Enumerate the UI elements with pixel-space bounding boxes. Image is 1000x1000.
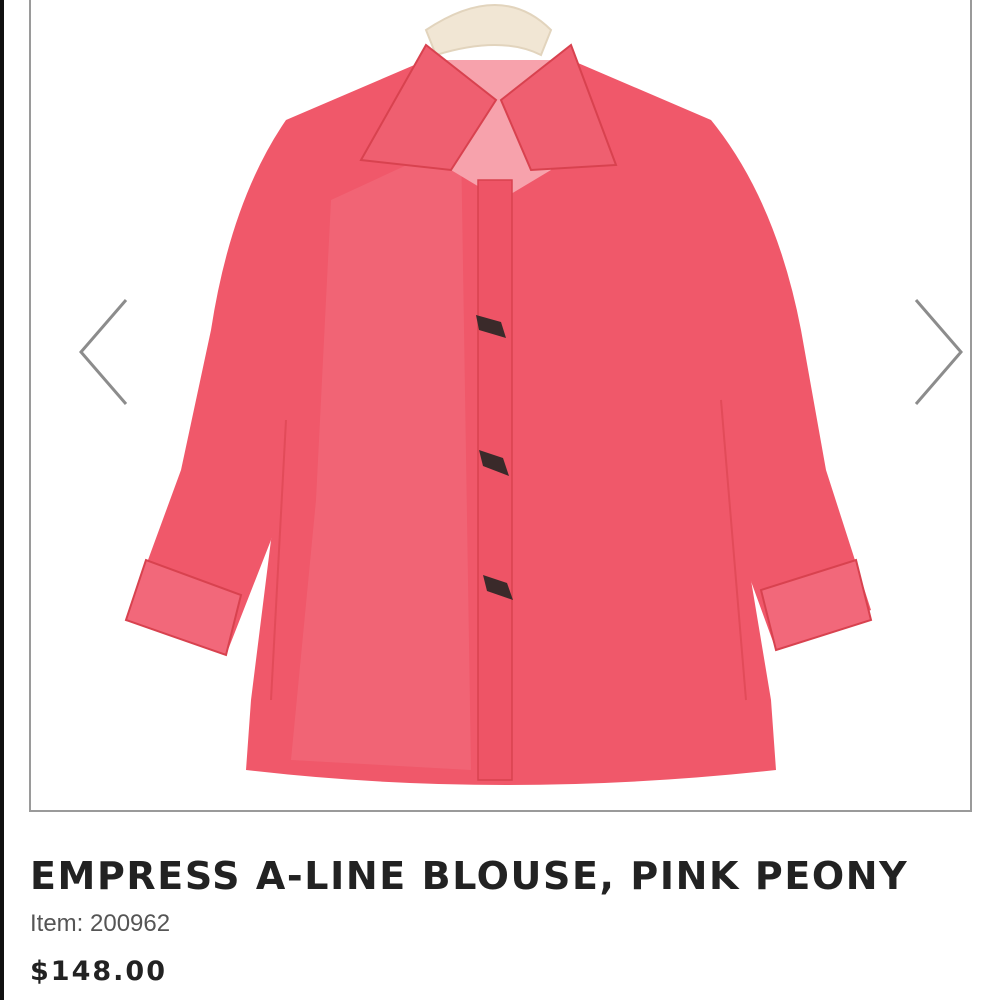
item-number: Item: 200962 [30,910,171,937]
chevron-right-icon [914,299,963,405]
left-edge-divider [0,0,4,1000]
product-image[interactable] [31,0,970,810]
carousel-prev-button[interactable] [71,292,141,412]
product-price: $148.00 [30,956,167,987]
product-title: EMPRESS A-LINE BLOUSE, PINK PEONY [30,854,909,898]
chevron-left-icon [79,299,128,405]
product-image-frame [29,0,972,812]
carousel-next-button[interactable] [901,292,970,412]
